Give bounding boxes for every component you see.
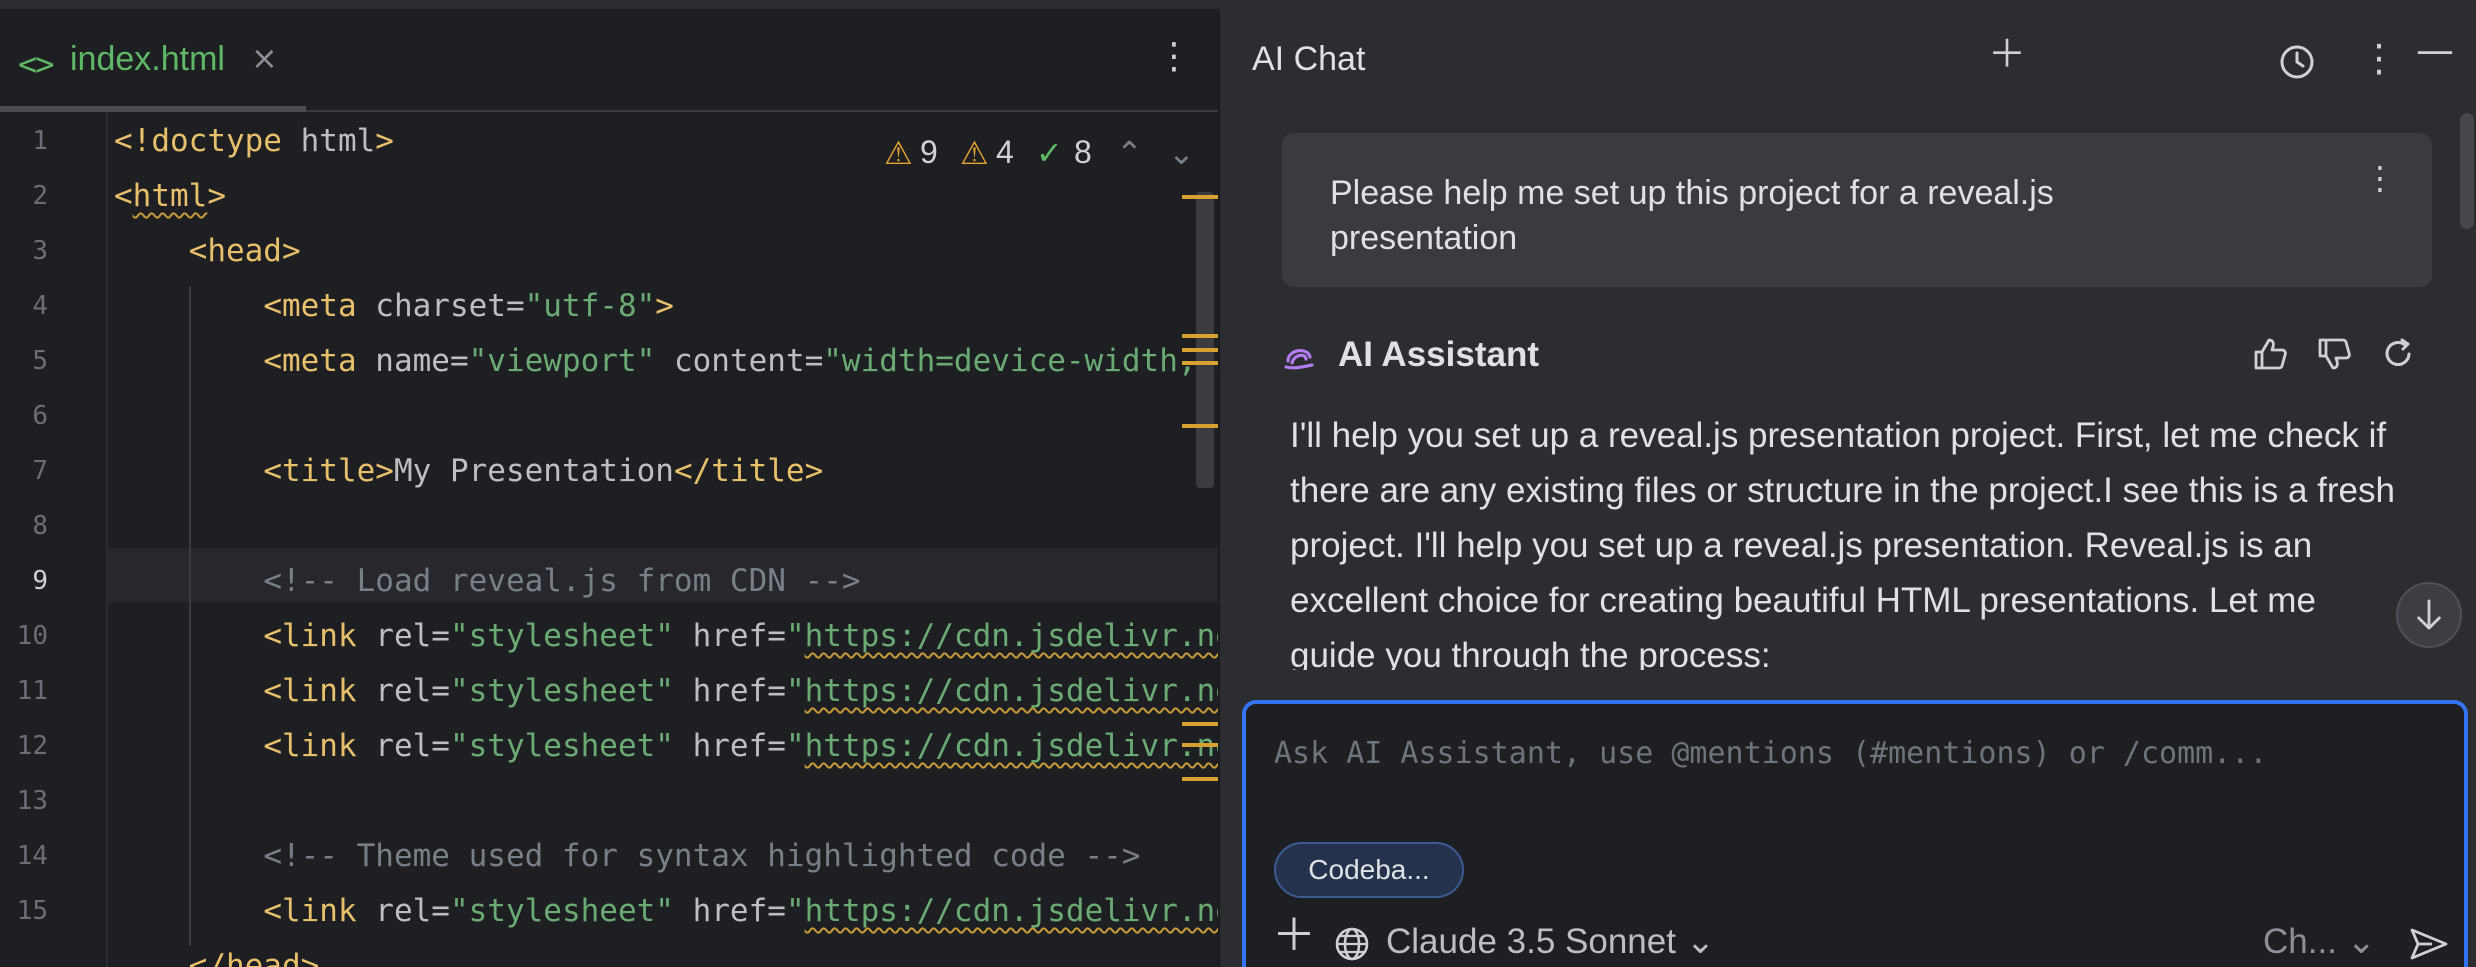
code-line[interactable]: <!-- Theme used for syntax highlighted c… <box>114 837 1140 875</box>
codebase-context-chip[interactable]: Codeba... <box>1274 842 1464 898</box>
line-number: 6 <box>32 401 48 431</box>
code-line[interactable]: <title>My Presentation</title> <box>114 452 823 490</box>
error-stripe-mark <box>1182 424 1218 428</box>
line-number: 1 <box>32 126 48 156</box>
new-chat-plus-icon[interactable]: ＋ <box>1988 35 2026 73</box>
globe-icon[interactable] <box>1332 924 1372 964</box>
editor-more-icon[interactable]: ⋮ <box>1156 39 1192 75</box>
html-file-icon: <> <box>18 45 55 83</box>
code-line[interactable]: </head> <box>114 947 320 967</box>
message-more-icon[interactable]: ⋮ <box>2364 159 2396 197</box>
input-toolbar: ＋ Claude 3.5 Sonnet ⌄ Ch... ⌄ <box>1246 914 2464 967</box>
line-number: 10 <box>16 621 48 651</box>
assistant-message-text: I'll help you set up a reveal.js present… <box>1290 416 2395 670</box>
ai-chat-panel: AI Chat ＋ ⋮ — Please help me set up this… <box>1218 9 2476 967</box>
chat-title: AI Chat <box>1252 40 1366 78</box>
line-number: 12 <box>16 731 48 761</box>
tab-index-html[interactable]: <> index.html × <box>0 9 306 112</box>
chat-scrollbar[interactable] <box>2460 113 2474 229</box>
thumbs-up-icon[interactable] <box>2250 334 2290 374</box>
chat-mode-label: Ch... <box>2263 922 2337 961</box>
history-icon[interactable] <box>2278 43 2316 81</box>
code-line[interactable]: <!-- Load reveal.js from CDN --> <box>114 562 860 600</box>
chat-input-placeholder[interactable]: Ask AI Assistant, use @mentions (#mentio… <box>1274 736 2267 771</box>
code-line[interactable]: <html> <box>114 177 226 215</box>
error-stripe-mark <box>1182 743 1218 747</box>
tab-label: index.html <box>70 40 225 78</box>
assistant-name: AI Assistant <box>1338 335 1539 374</box>
line-number: 7 <box>32 456 48 486</box>
error-stripe-mark <box>1182 722 1218 726</box>
error-stripe-mark <box>1182 777 1218 781</box>
model-name: Claude 3.5 Sonnet <box>1386 922 1676 961</box>
error-stripe-mark <box>1182 334 1218 338</box>
line-number: 14 <box>16 841 48 871</box>
weak-warning-icon: ⚠ <box>960 135 989 171</box>
line-number: 11 <box>16 676 48 706</box>
line-number: 4 <box>32 291 48 321</box>
editor-tab-bar: <> index.html × ⋮ <box>0 9 1218 112</box>
chat-input-box[interactable]: Ask AI Assistant, use @mentions (#mentio… <box>1242 700 2468 967</box>
line-number: 13 <box>16 786 48 816</box>
chevron-down-icon: ⌄ <box>1685 922 1716 961</box>
error-stripe-mark <box>1182 361 1218 365</box>
more-icon[interactable]: ⋮ <box>2360 39 2398 77</box>
code-line[interactable]: <!doctype html> <box>114 122 394 160</box>
line-number: 3 <box>32 236 48 266</box>
line-number-gutter: 1 2 3 4 5 6 7 8 9 10 11 12 13 14 15 <box>0 112 108 967</box>
code-line[interactable]: <link rel="stylesheet" href="https://cdn… <box>114 672 1218 710</box>
previous-problem-icon[interactable]: ⌃ <box>1116 134 1143 172</box>
typo-check-icon: ✓ <box>1036 135 1063 171</box>
line-number: 2 <box>32 181 48 211</box>
line-number-active: 9 <box>32 566 48 596</box>
code-line[interactable]: <link rel="stylesheet" href="https://cdn… <box>114 617 1218 655</box>
thumbs-down-icon[interactable] <box>2314 334 2354 374</box>
minimize-icon[interactable]: — <box>2416 31 2454 69</box>
chat-mode-selector[interactable]: Ch... ⌄ <box>2263 922 2376 962</box>
model-selector[interactable]: Claude 3.5 Sonnet ⌄ <box>1386 922 1715 962</box>
line-number: 8 <box>32 511 48 541</box>
error-stripe-mark <box>1182 348 1218 352</box>
error-stripe-mark <box>1182 195 1218 199</box>
close-tab-icon[interactable]: × <box>251 39 278 77</box>
ai-assistant-logo-icon <box>1284 349 1314 370</box>
line-number: 15 <box>16 896 48 926</box>
attach-plus-icon[interactable]: ＋ <box>1272 914 1316 958</box>
warning-icon: ⚠ <box>884 135 913 171</box>
code-editor[interactable]: <> index.html × ⋮ 1 2 3 4 5 6 7 8 9 10 1… <box>0 9 1218 967</box>
user-message-text: Please help me set up this project for a… <box>1330 174 2054 257</box>
line-number: 5 <box>32 346 48 376</box>
code-line[interactable]: <link rel="stylesheet" href="https://cdn… <box>114 892 1218 930</box>
weak-warning-count: 4 <box>996 134 1014 170</box>
code-line[interactable]: <head> <box>114 232 301 270</box>
typo-count: 8 <box>1074 134 1092 170</box>
editor-scrollbar[interactable] <box>1196 192 1214 488</box>
window-top-strip <box>0 0 2476 9</box>
code-line[interactable]: <meta name="viewport" content="width=dev… <box>114 342 1218 380</box>
next-problem-icon[interactable]: ⌄ <box>1168 134 1195 172</box>
user-message: Please help me set up this project for a… <box>1282 133 2432 287</box>
scroll-to-bottom-button[interactable] <box>2396 582 2462 648</box>
chevron-down-icon: ⌄ <box>2346 922 2376 961</box>
code-area[interactable]: <!doctype html> <html> <head> <meta chars… <box>108 112 1218 967</box>
regenerate-icon[interactable] <box>2378 334 2418 374</box>
code-line[interactable]: <meta charset="utf-8"> <box>114 287 674 325</box>
warning-count: 9 <box>920 134 938 170</box>
send-icon[interactable] <box>2408 924 2450 964</box>
code-line[interactable]: <link rel="stylesheet" href="https://cdn… <box>114 727 1218 765</box>
